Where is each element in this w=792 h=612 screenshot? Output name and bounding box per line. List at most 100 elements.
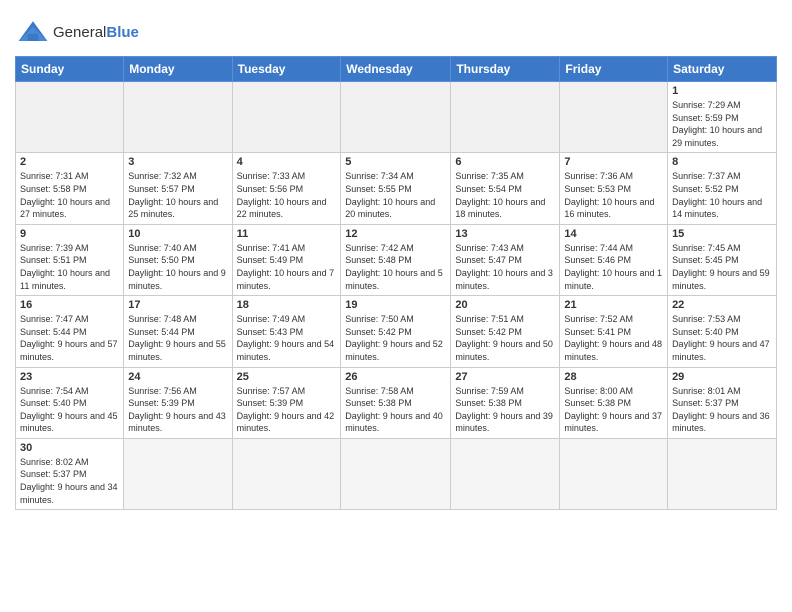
day-number: 27: [455, 371, 555, 383]
calendar-cell: 19 Sunrise: 7:50 AM Sunset: 5:42 PM Dayli…: [341, 296, 451, 367]
calendar-week-row: 1Sunrise: 7:29 AM Sunset: 5:59 PM Daylig…: [16, 82, 777, 153]
day-number: 15: [672, 228, 772, 240]
calendar-cell: 14 Sunrise: 7:44 AM Sunset: 5:46 PM Dayli…: [560, 224, 668, 295]
calendar-cell: 29 Sunrise: 8:01 AM Sunset: 5:37 PM Dayli…: [668, 367, 777, 438]
calendar-cell: [668, 438, 777, 509]
day-number: 25: [237, 371, 337, 383]
day-number: 24: [128, 371, 227, 383]
calendar-cell: 8Sunrise: 7:37 AM Sunset: 5:52 PM Daylig…: [668, 153, 777, 224]
day-number: 26: [345, 371, 446, 383]
day-number: 30: [20, 442, 119, 454]
day-number: 4: [237, 156, 337, 168]
calendar-cell: 10Sunrise: 7:40 AM Sunset: 5:50 PM Dayli…: [124, 224, 232, 295]
day-info: Sunrise: 7:39 AM Sunset: 5:51 PM Dayligh…: [20, 242, 119, 292]
calendar-week-row: 23Sunrise: 7:54 AM Sunset: 5:40 PM Dayli…: [16, 367, 777, 438]
day-number: 7: [564, 156, 663, 168]
calendar-cell: 7Sunrise: 7:36 AM Sunset: 5:53 PM Daylig…: [560, 153, 668, 224]
calendar-week-row: 16Sunrise: 7:47 AM Sunset: 5:44 PM Dayli…: [16, 296, 777, 367]
calendar-cell: [451, 438, 560, 509]
calendar-cell: 3Sunrise: 7:32 AM Sunset: 5:57 PM Daylig…: [124, 153, 232, 224]
day-number: 5: [345, 156, 446, 168]
calendar-cell: [451, 82, 560, 153]
calendar-cell: 27 Sunrise: 7:59 AM Sunset: 5:38 PM Dayli…: [451, 367, 560, 438]
day-info: Sunrise: 7:41 AM Sunset: 5:49 PM Dayligh…: [237, 242, 337, 292]
day-info: Sunrise: 7:59 AM Sunset: 5:38 PM Dayligh…: [455, 385, 555, 435]
weekday-header-wednesday: Wednesday: [341, 57, 451, 82]
calendar-cell: 20Sunrise: 7:51 AM Sunset: 5:42 PM Dayli…: [451, 296, 560, 367]
calendar-cell: 9 Sunrise: 7:39 AM Sunset: 5:51 PM Daylig…: [16, 224, 124, 295]
weekday-header-sunday: Sunday: [16, 57, 124, 82]
calendar-cell: 5 Sunrise: 7:34 AM Sunset: 5:55 PM Daylig…: [341, 153, 451, 224]
day-number: 12: [345, 228, 446, 240]
day-info: Sunrise: 7:43 AM Sunset: 5:47 PM Dayligh…: [455, 242, 555, 292]
calendar-cell: 30Sunrise: 8:02 AM Sunset: 5:37 PM Dayli…: [16, 438, 124, 509]
calendar-cell: 11 Sunrise: 7:41 AM Sunset: 5:49 PM Dayli…: [232, 224, 341, 295]
weekday-header-friday: Friday: [560, 57, 668, 82]
day-info: Sunrise: 7:37 AM Sunset: 5:52 PM Dayligh…: [672, 170, 772, 220]
day-number: 23: [20, 371, 119, 383]
calendar-cell: 28Sunrise: 8:00 AM Sunset: 5:38 PM Dayli…: [560, 367, 668, 438]
calendar-cell: 22 Sunrise: 7:53 AM Sunset: 5:40 PM Dayli…: [668, 296, 777, 367]
day-number: 1: [672, 85, 772, 97]
weekday-header-row: SundayMondayTuesdayWednesdayThursdayFrid…: [16, 57, 777, 82]
day-number: 18: [237, 299, 337, 311]
header: GeneralBlue: [15, 10, 777, 50]
day-number: 28: [564, 371, 663, 383]
weekday-header-thursday: Thursday: [451, 57, 560, 82]
day-number: 19: [345, 299, 446, 311]
day-number: 6: [455, 156, 555, 168]
calendar-cell: [124, 438, 232, 509]
day-number: 17: [128, 299, 227, 311]
calendar-week-row: 30Sunrise: 8:02 AM Sunset: 5:37 PM Dayli…: [16, 438, 777, 509]
calendar-cell: 1Sunrise: 7:29 AM Sunset: 5:59 PM Daylig…: [668, 82, 777, 153]
calendar-cell: 26 Sunrise: 7:58 AM Sunset: 5:38 PM Dayli…: [341, 367, 451, 438]
day-info: Sunrise: 7:44 AM Sunset: 5:46 PM Dayligh…: [564, 242, 663, 292]
day-info: Sunrise: 7:32 AM Sunset: 5:57 PM Dayligh…: [128, 170, 227, 220]
calendar-cell: [560, 438, 668, 509]
day-number: 14: [564, 228, 663, 240]
day-number: 11: [237, 228, 337, 240]
day-info: Sunrise: 7:34 AM Sunset: 5:55 PM Dayligh…: [345, 170, 446, 220]
day-info: Sunrise: 7:53 AM Sunset: 5:40 PM Dayligh…: [672, 313, 772, 363]
calendar-cell: [560, 82, 668, 153]
logo: GeneralBlue: [15, 14, 139, 50]
day-info: Sunrise: 7:42 AM Sunset: 5:48 PM Dayligh…: [345, 242, 446, 292]
day-info: Sunrise: 7:45 AM Sunset: 5:45 PM Dayligh…: [672, 242, 772, 292]
calendar-cell: 6Sunrise: 7:35 AM Sunset: 5:54 PM Daylig…: [451, 153, 560, 224]
day-number: 9: [20, 228, 119, 240]
day-info: Sunrise: 7:49 AM Sunset: 5:43 PM Dayligh…: [237, 313, 337, 363]
day-info: Sunrise: 7:58 AM Sunset: 5:38 PM Dayligh…: [345, 385, 446, 435]
calendar-cell: 24Sunrise: 7:56 AM Sunset: 5:39 PM Dayli…: [124, 367, 232, 438]
day-info: Sunrise: 7:31 AM Sunset: 5:58 PM Dayligh…: [20, 170, 119, 220]
logo-text: GeneralBlue: [53, 24, 139, 41]
weekday-header-monday: Monday: [124, 57, 232, 82]
calendar-cell: [341, 438, 451, 509]
day-number: 29: [672, 371, 772, 383]
calendar-cell: 23Sunrise: 7:54 AM Sunset: 5:40 PM Dayli…: [16, 367, 124, 438]
calendar-cell: [341, 82, 451, 153]
calendar-table: SundayMondayTuesdayWednesdayThursdayFrid…: [15, 56, 777, 510]
day-info: Sunrise: 8:01 AM Sunset: 5:37 PM Dayligh…: [672, 385, 772, 435]
calendar-cell: 13 Sunrise: 7:43 AM Sunset: 5:47 PM Dayli…: [451, 224, 560, 295]
weekday-header-tuesday: Tuesday: [232, 57, 341, 82]
day-number: 13: [455, 228, 555, 240]
calendar-cell: 2 Sunrise: 7:31 AM Sunset: 5:58 PM Daylig…: [16, 153, 124, 224]
calendar-cell: [124, 82, 232, 153]
logo-icon: [15, 14, 51, 50]
calendar-cell: 21Sunrise: 7:52 AM Sunset: 5:41 PM Dayli…: [560, 296, 668, 367]
day-info: Sunrise: 7:48 AM Sunset: 5:44 PM Dayligh…: [128, 313, 227, 363]
calendar-cell: 25Sunrise: 7:57 AM Sunset: 5:39 PM Dayli…: [232, 367, 341, 438]
day-number: 2: [20, 156, 119, 168]
day-info: Sunrise: 7:50 AM Sunset: 5:42 PM Dayligh…: [345, 313, 446, 363]
day-info: Sunrise: 7:33 AM Sunset: 5:56 PM Dayligh…: [237, 170, 337, 220]
day-info: Sunrise: 7:52 AM Sunset: 5:41 PM Dayligh…: [564, 313, 663, 363]
page: GeneralBlue SundayMondayTuesdayWednesday…: [0, 0, 792, 612]
calendar-cell: 16Sunrise: 7:47 AM Sunset: 5:44 PM Dayli…: [16, 296, 124, 367]
day-number: 22: [672, 299, 772, 311]
calendar-cell: [232, 438, 341, 509]
calendar-cell: 12 Sunrise: 7:42 AM Sunset: 5:48 PM Dayli…: [341, 224, 451, 295]
calendar-week-row: 9 Sunrise: 7:39 AM Sunset: 5:51 PM Daylig…: [16, 224, 777, 295]
calendar-cell: 18 Sunrise: 7:49 AM Sunset: 5:43 PM Dayli…: [232, 296, 341, 367]
calendar-cell: 17 Sunrise: 7:48 AM Sunset: 5:44 PM Dayli…: [124, 296, 232, 367]
day-number: 16: [20, 299, 119, 311]
